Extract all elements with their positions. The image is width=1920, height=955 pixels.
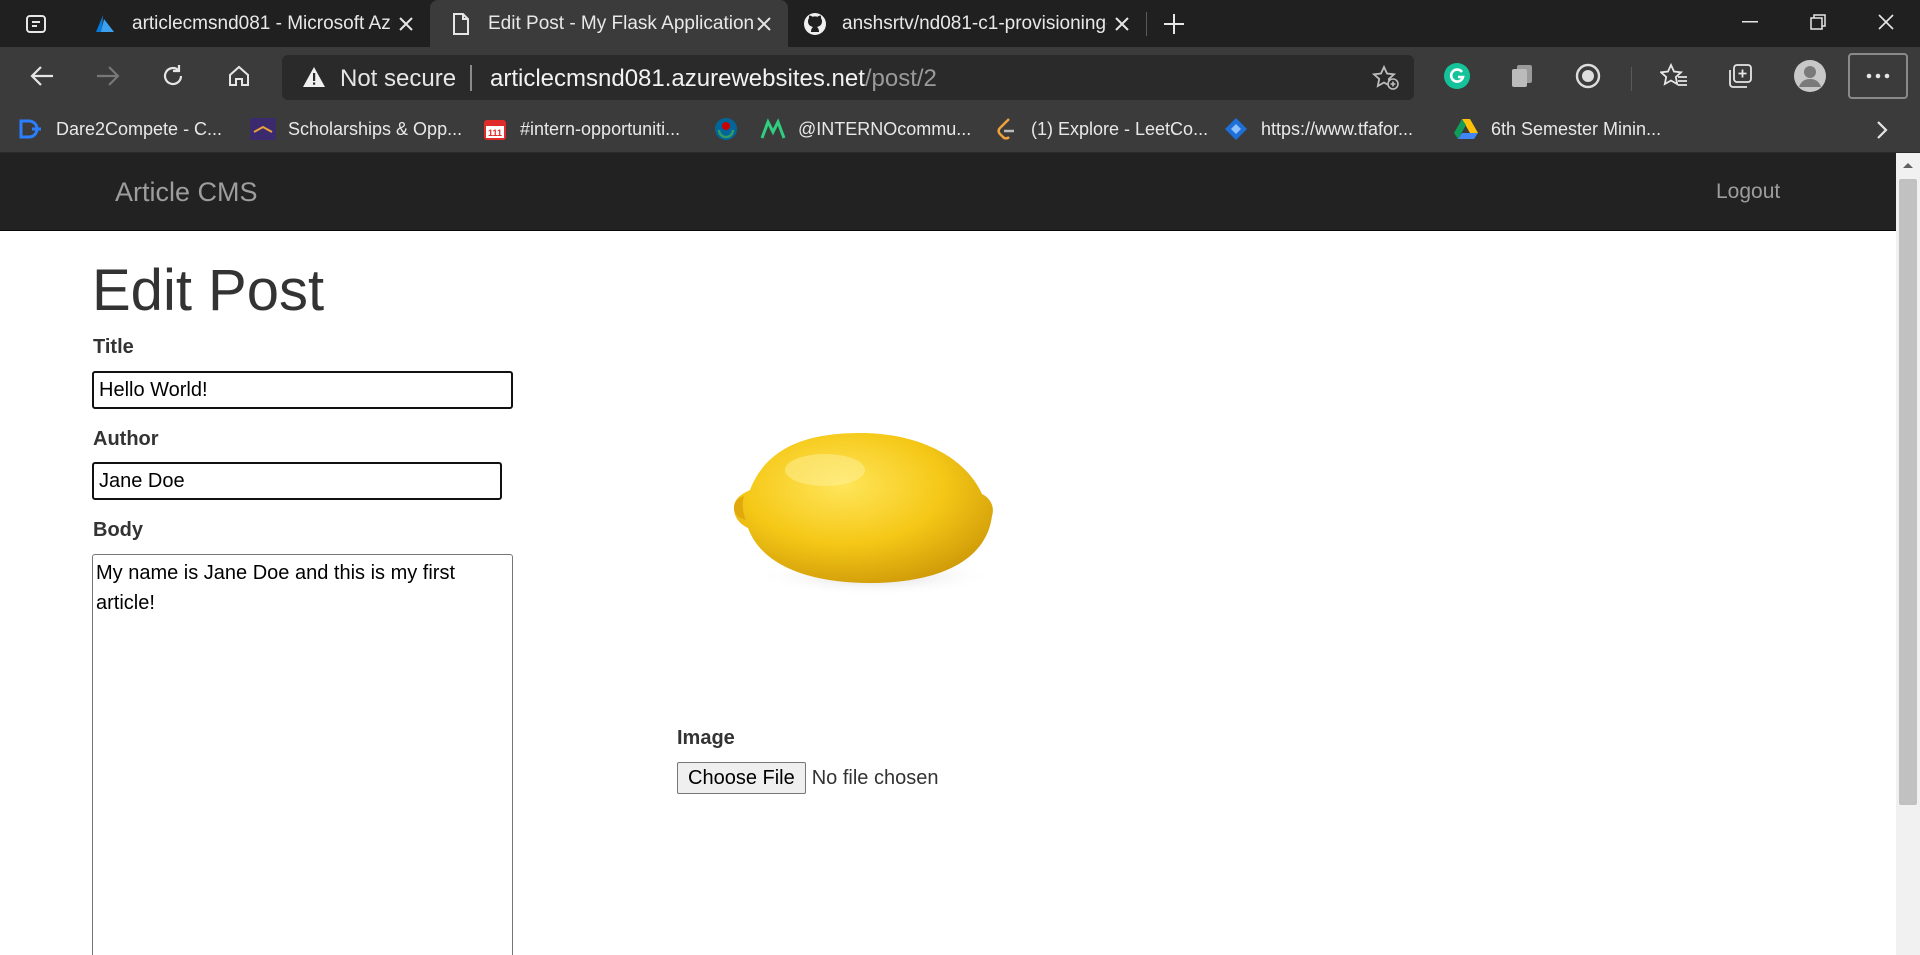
home-icon[interactable]	[219, 56, 259, 96]
brand-link[interactable]: Article CMS	[115, 177, 258, 208]
bookmark-item[interactable]: Scholarships & Opp...	[250, 114, 462, 144]
github-icon	[802, 11, 828, 37]
collections-icon[interactable]	[1720, 56, 1760, 96]
author-input[interactable]	[92, 462, 502, 500]
bookmark-item[interactable]: @INTERNOcommu...	[760, 114, 971, 144]
tab-divider	[1146, 12, 1147, 36]
image-label: Image	[677, 727, 735, 749]
close-icon[interactable]	[394, 12, 418, 36]
chevron-right-icon[interactable]	[1868, 116, 1896, 144]
interno-icon	[760, 116, 786, 142]
azure-icon	[92, 11, 118, 37]
add-favorite-icon[interactable]	[1371, 64, 1400, 96]
page-content: Article CMS Logout Edit Post Title Autho…	[0, 153, 1896, 955]
warning-icon[interactable]	[302, 66, 326, 93]
page-title: Edit Post	[92, 258, 325, 323]
body-label: Body	[93, 519, 143, 541]
google-drive-icon	[1453, 116, 1479, 142]
tab-title: Edit Post - My Flask Application	[488, 12, 755, 34]
author-label: Author	[93, 428, 159, 450]
no-file-text: No file chosen	[811, 766, 939, 789]
scholarships-icon	[250, 116, 276, 142]
scroll-up-icon[interactable]	[1896, 153, 1920, 177]
restore-icon[interactable]	[1784, 0, 1852, 44]
forward-icon[interactable]	[88, 56, 128, 96]
tab-edit-post[interactable]: Edit Post - My Flask Application	[430, 0, 788, 47]
bookmarks-bar: Dare2Compete - C... Scholarships & Opp..…	[0, 105, 1920, 153]
file-upload: Choose File No file chosen	[677, 762, 938, 794]
url-text[interactable]: articlecmsnd081.azurewebsites.net/post/2	[490, 65, 937, 93]
bookmark-item[interactable]: 111 #intern-opportuniti...	[482, 114, 680, 144]
security-label[interactable]: Not secure	[340, 65, 456, 93]
address-bar[interactable]: Not secure articlecmsnd081.azurewebsites…	[282, 55, 1414, 100]
bookmark-label: @INTERNOcommu...	[798, 118, 972, 139]
bookmark-item[interactable]: https://www.tfafor...	[1223, 114, 1413, 144]
tab-github[interactable]: anshsrtv/nd081-c1-provisioning-microsoft…	[788, 0, 1146, 47]
bookmark-item[interactable]: 6th Semester Minin...	[1453, 114, 1661, 144]
grammarly-icon[interactable]	[1437, 56, 1477, 96]
bookmark-label: #intern-opportuniti...	[520, 118, 681, 139]
window-close-icon[interactable]	[1852, 0, 1920, 44]
minimize-icon[interactable]	[1716, 0, 1784, 44]
tab-azure[interactable]: articlecmsnd081 - Microsoft Azure	[72, 0, 430, 47]
title-label: Title	[93, 336, 134, 358]
title-input[interactable]	[92, 371, 513, 409]
bookmark-item[interactable]	[713, 114, 751, 144]
wikimedia-icon	[713, 116, 739, 142]
url-path: /post/2	[864, 65, 937, 92]
dare2compete-icon	[18, 116, 44, 142]
collections-copy-icon[interactable]	[1502, 56, 1542, 96]
bookmark-item[interactable]: (1) Explore - LeetCo...	[993, 114, 1208, 144]
bookmark-label: https://www.tfafor...	[1261, 118, 1414, 139]
browser-tab-bar: articlecmsnd081 - Microsoft Azure Edit P…	[0, 0, 1920, 47]
body-textarea[interactable]: My name is Jane Doe and this is my first…	[92, 554, 513, 955]
choose-file-button[interactable]: Choose File	[677, 762, 806, 794]
bookmark-label: 6th Semester Minin...	[1491, 118, 1662, 139]
browser-toolbar: Not secure articlecmsnd081.azurewebsites…	[0, 47, 1920, 105]
scroll-thumb[interactable]	[1899, 179, 1917, 805]
bookmark-label: (1) Explore - LeetCo...	[1031, 118, 1209, 139]
page-scrollbar[interactable]	[1896, 153, 1920, 955]
extension-circle-icon[interactable]	[1568, 56, 1608, 96]
tab-actions-icon[interactable]	[18, 10, 54, 38]
diamond-icon	[1223, 116, 1249, 142]
bookmark-label: Dare2Compete - C...	[56, 118, 223, 139]
favorites-icon[interactable]	[1654, 56, 1694, 96]
calendar-icon: 111	[482, 116, 508, 142]
svg-text:111: 111	[488, 128, 502, 138]
url-host: articlecmsnd081.azurewebsites.net	[490, 65, 865, 92]
logout-link[interactable]: Logout	[1716, 180, 1780, 204]
refresh-icon[interactable]	[153, 56, 193, 96]
back-icon[interactable]	[22, 56, 62, 96]
new-tab-icon[interactable]	[1158, 8, 1190, 40]
app-navbar: Article CMS Logout	[0, 153, 1896, 231]
tab-title: articlecmsnd081 - Microsoft Azure	[132, 12, 392, 34]
close-icon[interactable]	[1110, 12, 1134, 36]
bookmark-item[interactable]: Dare2Compete - C...	[18, 114, 222, 144]
toolbar-divider	[1631, 67, 1632, 91]
tab-title: anshsrtv/nd081-c1-provisioning-microsoft…	[842, 12, 1107, 34]
document-icon	[448, 11, 474, 37]
bookmark-label: Scholarships & Opp...	[288, 118, 463, 139]
address-divider	[470, 65, 472, 91]
settings-more-icon[interactable]	[1848, 53, 1908, 99]
profile-avatar-icon[interactable]	[1790, 56, 1830, 96]
post-image-lemon	[720, 398, 1020, 618]
close-icon[interactable]	[752, 12, 776, 36]
leetcode-icon	[993, 116, 1019, 142]
